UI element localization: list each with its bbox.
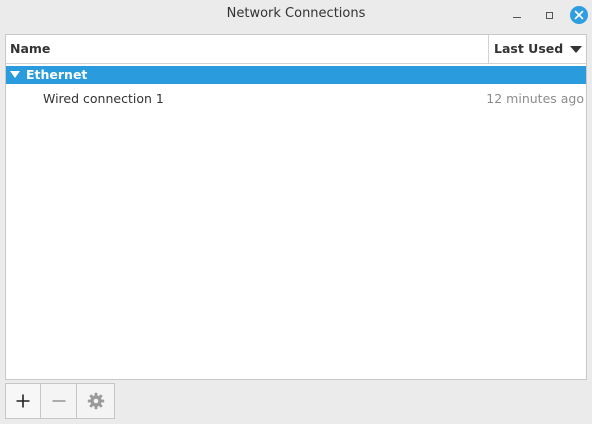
- window-title: Network Connections: [226, 6, 366, 21]
- column-header-name[interactable]: Name: [6, 35, 488, 63]
- close-icon: [570, 6, 588, 24]
- sort-descending-icon[interactable]: [570, 46, 582, 53]
- minimize-icon: [513, 16, 521, 18]
- maximize-icon: [545, 11, 553, 19]
- connections-list[interactable]: Name Last Used Ethernet Wired connection…: [5, 34, 587, 380]
- title-bar[interactable]: Network Connections: [0, 0, 592, 30]
- expander-arrow-icon[interactable]: [10, 71, 20, 78]
- bottom-toolbar: [5, 383, 115, 419]
- connection-last-used: 12 minutes ago: [486, 91, 584, 106]
- close-button[interactable]: [569, 5, 589, 25]
- plus-icon: [16, 394, 30, 408]
- add-connection-button[interactable]: [5, 383, 41, 419]
- remove-connection-button[interactable]: [41, 383, 77, 419]
- minus-icon: [52, 400, 65, 402]
- connection-row[interactable]: Wired connection 1 12 minutes ago: [6, 88, 586, 110]
- gear-icon: [87, 392, 104, 410]
- connection-name: Wired connection 1: [43, 91, 164, 106]
- edit-connection-button[interactable]: [77, 383, 115, 419]
- maximize-button[interactable]: [539, 5, 559, 25]
- list-header: Name Last Used: [6, 35, 586, 64]
- minimize-button[interactable]: [507, 5, 527, 25]
- group-label: Ethernet: [26, 67, 88, 82]
- group-row-ethernet[interactable]: Ethernet: [6, 66, 586, 84]
